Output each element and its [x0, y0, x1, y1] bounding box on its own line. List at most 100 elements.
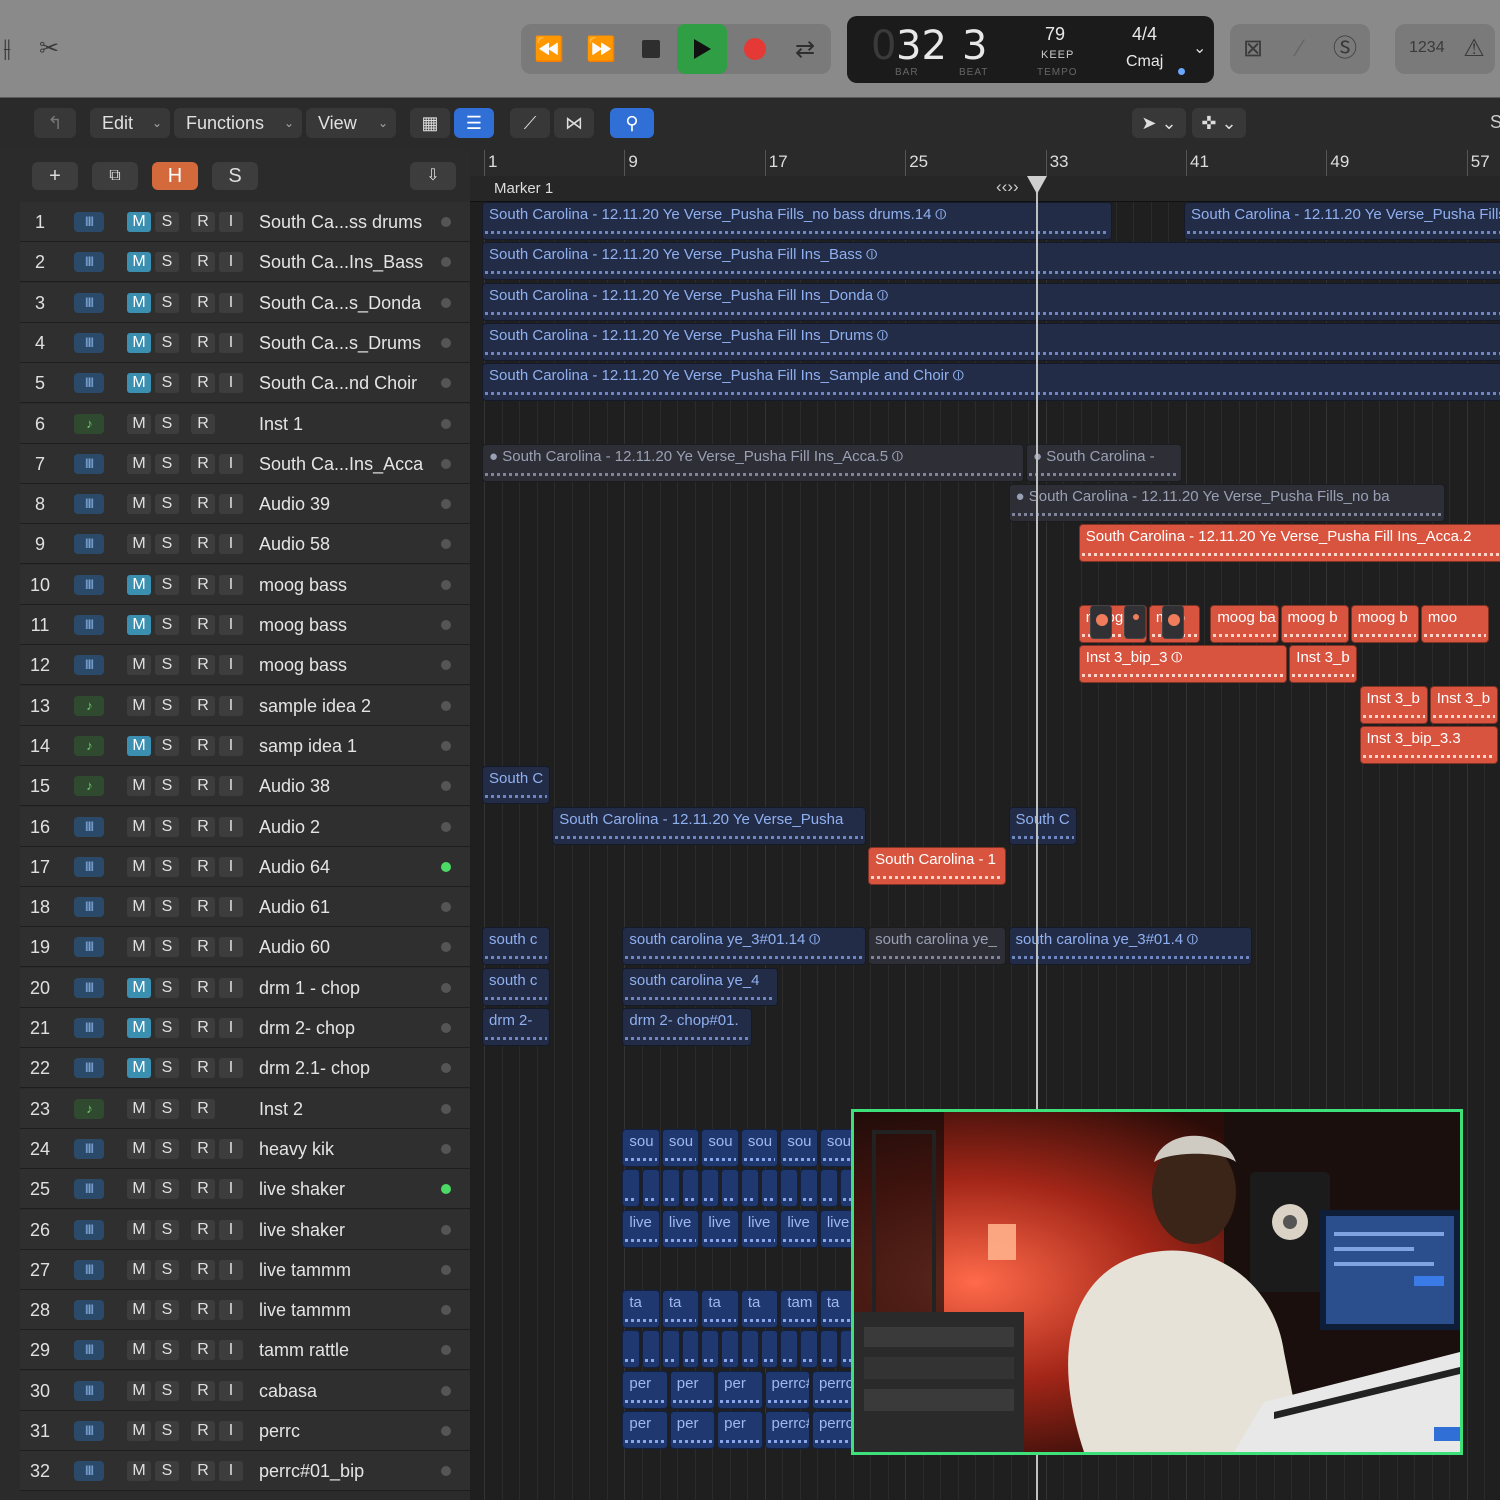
region[interactable]: per	[669, 1370, 716, 1409]
region[interactable]: South Carolina - 12.11.20 Ye Verse_Pusha…	[482, 242, 1500, 281]
catch-icon[interactable]: ⚲	[610, 108, 654, 138]
input-monitor-button[interactable]: I	[219, 655, 243, 676]
marker-nav-icon[interactable]: ‹‹››	[996, 177, 1019, 197]
solo-button[interactable]: S	[155, 494, 179, 515]
region[interactable]: tam	[780, 1290, 818, 1329]
replace-icon[interactable]: ⊠	[1238, 34, 1268, 64]
input-monitor-button[interactable]: I	[219, 252, 243, 273]
hide-button[interactable]: H	[152, 162, 198, 190]
region[interactable]	[681, 1330, 700, 1369]
record-enable-button[interactable]: R	[191, 413, 215, 434]
region[interactable]: live	[740, 1209, 779, 1248]
record-enable-button[interactable]: R	[191, 1058, 215, 1079]
fast-forward-icon[interactable]: ⏩	[579, 24, 623, 74]
input-monitor-button[interactable]: I	[219, 453, 243, 474]
track-name[interactable]: drm 1 - chop	[259, 968, 434, 1008]
grid-icon[interactable]: ▦	[410, 108, 450, 138]
view-menu[interactable]: View ⌄	[306, 108, 396, 138]
region[interactable]	[760, 1169, 779, 1208]
input-monitor-button[interactable]: I	[219, 574, 243, 595]
input-monitor-button[interactable]: I	[219, 1300, 243, 1321]
region[interactable]: South Carolina - 12.11.20 Ye Verse_Pusha…	[1078, 524, 1500, 563]
region[interactable]: south carolina ye_4	[622, 967, 779, 1006]
track-name[interactable]: South Ca...Ins_Bass	[259, 242, 434, 282]
solo-button[interactable]: S	[155, 655, 179, 676]
crossfade-icon[interactable]: ⋈	[554, 108, 594, 138]
track-name[interactable]: Audio 2	[259, 807, 434, 847]
stop-icon[interactable]	[631, 24, 671, 74]
solo-button[interactable]: S	[155, 1058, 179, 1079]
solo-button[interactable]: S	[155, 695, 179, 716]
record-enable-button[interactable]: R	[191, 695, 215, 716]
software-instrument-icon[interactable]: ♪	[74, 735, 104, 756]
record-enable-button[interactable]: R	[191, 937, 215, 958]
record-enable-button[interactable]: R	[191, 574, 215, 595]
region[interactable]: South Carolina - 12.11.20 Ye Verse_Pusha…	[482, 282, 1500, 321]
record-enable-button[interactable]: R	[191, 494, 215, 515]
audio-track-icon[interactable]: |||||	[74, 897, 104, 918]
region[interactable]: ta	[740, 1290, 779, 1329]
track-row[interactable]: 5 ||||| M S R I South Ca...nd Choir	[20, 363, 470, 404]
track-name[interactable]: South Ca...s_Donda	[259, 283, 434, 323]
audio-track-icon[interactable]: |||||	[74, 534, 104, 555]
record-enable-button[interactable]: R	[191, 1461, 215, 1482]
region[interactable]: ● South Carolina -	[1026, 443, 1182, 482]
mute-button[interactable]: M	[127, 1259, 151, 1280]
region[interactable]	[819, 1330, 838, 1369]
software-instrument-icon[interactable]: ♪	[74, 413, 104, 434]
region[interactable]: live	[622, 1209, 660, 1248]
audio-track-icon[interactable]: |||||	[74, 1259, 104, 1280]
region[interactable]	[760, 1330, 779, 1369]
track-row[interactable]: 20 ||||| M S R Idrm 1 - chop	[20, 967, 470, 1008]
solo-button[interactable]: S	[155, 816, 179, 837]
mute-button[interactable]: M	[127, 897, 151, 918]
solo-button[interactable]: S	[155, 615, 179, 635]
track-row[interactable]: 26 ||||| M S R Ilive shaker	[20, 1209, 470, 1250]
track-name[interactable]: moog bass	[259, 645, 434, 685]
track-row[interactable]: 2 ||||| M S R I South Ca...Ins_Bass	[20, 242, 470, 283]
region[interactable]: ● South Carolina - 12.11.20 Ye Verse_Pus…	[1008, 484, 1446, 523]
track-name[interactable]: drm 2.1- chop	[259, 1048, 434, 1088]
solo-button[interactable]: S	[155, 1018, 179, 1038]
scissors-icon[interactable]: ✂	[34, 34, 64, 64]
software-instrument-icon[interactable]: ♪	[74, 695, 104, 716]
track-name[interactable]: South Ca...Ins_Acca	[259, 444, 434, 484]
track-name[interactable]: perrc	[259, 1411, 434, 1451]
input-monitor-button[interactable]: I	[219, 816, 243, 837]
region[interactable]	[642, 1330, 660, 1369]
audio-track-icon[interactable]: |||||	[74, 816, 104, 837]
region[interactable]: live	[780, 1209, 818, 1248]
region[interactable]: drm 2- chop#01.	[622, 1008, 753, 1046]
track-name[interactable]: moog bass	[259, 565, 434, 605]
track-name[interactable]: sample idea 2	[259, 686, 434, 726]
mute-button[interactable]: M	[127, 776, 151, 797]
region[interactable]	[740, 1169, 759, 1208]
track-row[interactable]: 3 ||||| M S R I South Ca...s_Donda	[20, 282, 470, 323]
cycle-icon[interactable]: ⇄	[783, 24, 827, 74]
audio-track-icon[interactable]: |||||	[74, 1300, 104, 1321]
track-row[interactable]: 27 ||||| M S R Ilive tammm	[20, 1249, 470, 1290]
solo-button[interactable]: S	[155, 937, 179, 958]
region[interactable]: south carolina ye_3#01.4 ⦶	[1008, 927, 1253, 966]
record-enable-button[interactable]: R	[191, 1098, 215, 1119]
tuner-icon[interactable]: ⁄	[1285, 34, 1315, 64]
track-row[interactable]: 16 ||||| M S R I Audio 2	[20, 806, 470, 847]
audio-track-icon[interactable]: |||||	[74, 1058, 104, 1079]
solo-button[interactable]: S	[155, 1421, 179, 1441]
audio-track-icon[interactable]: |||||	[74, 292, 104, 313]
region[interactable]: ta	[622, 1290, 660, 1329]
track-name[interactable]: Audio 39	[259, 484, 434, 524]
region[interactable]: perrc#0	[764, 1411, 810, 1449]
region[interactable]: sou	[661, 1128, 700, 1167]
track-name[interactable]: samp idea 1	[259, 726, 434, 766]
region[interactable]: live	[701, 1209, 739, 1248]
region[interactable]: South C	[1008, 806, 1077, 845]
solo-button[interactable]: S	[155, 373, 179, 394]
region[interactable]	[721, 1330, 739, 1369]
mute-button[interactable]: M	[127, 1098, 151, 1119]
audio-track-icon[interactable]: |||||	[74, 212, 104, 232]
midi-region[interactable]	[1162, 605, 1184, 639]
track-row[interactable]: 15 ♪ M S R I Audio 38	[20, 766, 470, 807]
mute-button[interactable]: M	[127, 534, 151, 555]
solo-button[interactable]: S	[155, 1259, 179, 1280]
